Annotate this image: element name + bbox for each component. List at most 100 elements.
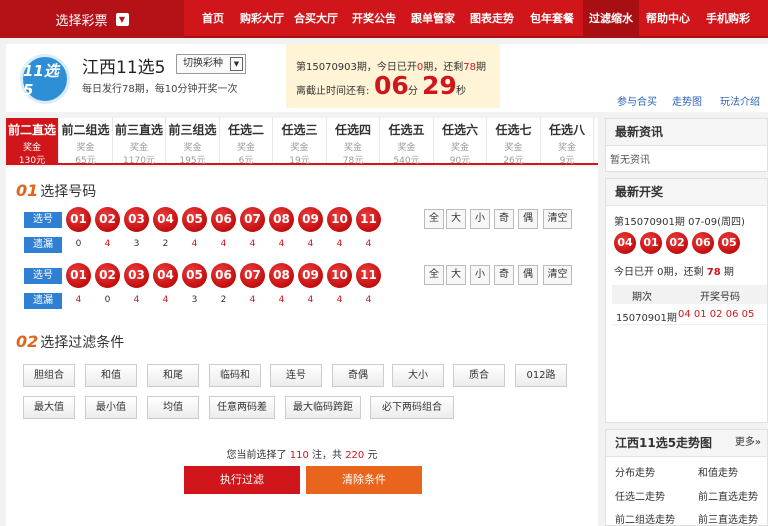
- number-ball[interactable]: 07: [240, 263, 265, 288]
- miss-value: 4: [336, 295, 343, 305]
- trend-link[interactable]: 分布走势: [615, 464, 655, 479]
- latest-issue: 第15070901期 07-09(周四): [614, 217, 745, 228]
- clear-conditions-button[interactable]: 清除条件: [306, 466, 422, 494]
- miss-value: 4: [133, 295, 140, 305]
- number-ball[interactable]: 06: [211, 207, 236, 232]
- number-ball[interactable]: 11: [356, 263, 381, 288]
- miss-value: 4: [249, 239, 256, 249]
- tab-play-9[interactable]: 任选六 奖金 90元: [434, 118, 487, 166]
- filter-condition-button[interactable]: 胆组合: [23, 364, 75, 387]
- tab-play-10[interactable]: 任选七 奖金 26元: [488, 118, 541, 166]
- tab-play-7[interactable]: 任选四 奖金 78元: [327, 118, 380, 166]
- number-ball[interactable]: 07: [240, 207, 265, 232]
- tab-play-1[interactable]: 前二直选 奖金 130元: [6, 118, 59, 166]
- quick-select-button[interactable]: 小: [470, 265, 490, 285]
- number-ball[interactable]: 01: [66, 263, 91, 288]
- tab-prize: 195元: [179, 156, 206, 166]
- more-link[interactable]: 更多»: [735, 430, 761, 456]
- nav-buy-hall[interactable]: 购彩大厅: [236, 0, 288, 38]
- number-ball[interactable]: 10: [327, 263, 352, 288]
- filter-condition-button[interactable]: 和尾: [147, 364, 199, 387]
- quick-select-button[interactable]: 大: [446, 265, 466, 285]
- nav-filter[interactable]: 过滤缩水: [583, 0, 639, 38]
- tab-play-6[interactable]: 任选三 奖金 19元: [274, 118, 327, 166]
- latest-ball: 01: [640, 232, 662, 254]
- number-ball[interactable]: 01: [66, 207, 91, 232]
- nav-follow[interactable]: 跟单管家: [407, 0, 459, 38]
- tab-prize: 1170元: [123, 156, 155, 166]
- nav-group-buy[interactable]: 合买大厅: [290, 0, 342, 38]
- latest-ball: 02: [666, 232, 688, 254]
- quick-select-button[interactable]: 奇: [494, 265, 514, 285]
- number-ball[interactable]: 04: [153, 207, 178, 232]
- quick-select-button[interactable]: 偶: [518, 209, 538, 229]
- switch-lottery-select[interactable]: 切换彩种 ▼: [176, 54, 246, 74]
- filter-condition-button[interactable]: 和值: [85, 364, 137, 387]
- tab-prize: 130元: [18, 156, 46, 166]
- tab-play-11[interactable]: 任选八 奖金 9元: [541, 118, 594, 166]
- tab-prize-label: 奖金: [343, 143, 362, 153]
- nav-mobile[interactable]: 手机购彩: [700, 0, 756, 38]
- tab-play-5[interactable]: 任选二 奖金 6元: [220, 118, 273, 166]
- number-ball[interactable]: 06: [211, 263, 236, 288]
- trend-link[interactable]: 任选二走势: [615, 488, 665, 503]
- tab-play-2[interactable]: 前二组选 奖金 65元: [60, 118, 113, 166]
- number-ball[interactable]: 04: [153, 263, 178, 288]
- execute-filter-button[interactable]: 执行过滤: [184, 466, 300, 494]
- number-ball[interactable]: 02: [95, 207, 120, 232]
- filter-condition-button[interactable]: 最大临码跨距: [285, 396, 361, 419]
- filter-condition-button[interactable]: 012路: [515, 364, 567, 387]
- nav-annual[interactable]: 包年套餐: [526, 0, 578, 38]
- number-ball[interactable]: 08: [269, 263, 294, 288]
- quick-select-button[interactable]: 奇: [494, 209, 514, 229]
- filter-condition-button[interactable]: 均值: [147, 396, 199, 419]
- number-ball[interactable]: 05: [182, 207, 207, 232]
- quick-select-button[interactable]: 清空: [543, 265, 572, 285]
- trend-link[interactable]: 前三直选走势: [698, 511, 758, 526]
- number-ball[interactable]: 03: [124, 263, 149, 288]
- filter-condition-button[interactable]: 连号: [270, 364, 322, 387]
- row-numbers: 04 01 02 06 05: [678, 309, 755, 320]
- col-issue: 期次: [632, 292, 652, 303]
- link-trend[interactable]: 走势图: [672, 93, 702, 108]
- nav-help[interactable]: 帮助中心: [642, 0, 694, 38]
- quick-select-button[interactable]: 全: [424, 265, 444, 285]
- filter-condition-button[interactable]: 最大值: [23, 396, 75, 419]
- nav-home[interactable]: 首页: [190, 0, 236, 38]
- filter-condition-button[interactable]: 必下两码组合: [370, 396, 454, 419]
- number-ball[interactable]: 03: [124, 207, 149, 232]
- nav-results[interactable]: 开奖公告: [348, 0, 400, 38]
- tab-play-8[interactable]: 任选五 奖金 540元: [381, 118, 434, 166]
- number-ball[interactable]: 08: [269, 207, 294, 232]
- filter-condition-button[interactable]: 质合: [453, 364, 505, 387]
- tab-prize-label: 奖金: [236, 143, 255, 153]
- filter-condition-button[interactable]: 奇偶: [332, 364, 384, 387]
- trend-link[interactable]: 和值走势: [698, 464, 738, 479]
- miss-value: 0: [104, 295, 111, 305]
- nav-charts[interactable]: 图表走势: [466, 0, 518, 38]
- number-ball[interactable]: 11: [356, 207, 381, 232]
- trend-link[interactable]: 前二直选走势: [698, 488, 758, 503]
- number-ball[interactable]: 09: [298, 263, 323, 288]
- link-group-buy[interactable]: 参与合买: [617, 93, 657, 108]
- quick-select-button[interactable]: 偶: [518, 265, 538, 285]
- quick-select-button[interactable]: 清空: [543, 209, 572, 229]
- number-ball[interactable]: 10: [327, 207, 352, 232]
- select-lottery-button[interactable]: 选择彩票 ▼: [0, 0, 184, 38]
- quick-select-button[interactable]: 全: [424, 209, 444, 229]
- filter-condition-button[interactable]: 最小值: [85, 396, 137, 419]
- link-rules[interactable]: 玩法介绍: [720, 93, 760, 108]
- filter-condition-button[interactable]: 临码和: [209, 364, 261, 387]
- tab-play-3[interactable]: 前三直选 奖金 1170元: [113, 118, 166, 166]
- filter-condition-button[interactable]: 大小: [392, 364, 444, 387]
- number-ball[interactable]: 09: [298, 207, 323, 232]
- tab-prize: 6元: [238, 156, 254, 166]
- quick-select-button[interactable]: 大: [446, 209, 466, 229]
- tab-play-4[interactable]: 前三组选 奖金 195元: [167, 118, 220, 166]
- quick-select-button[interactable]: 小: [470, 209, 490, 229]
- number-ball[interactable]: 05: [182, 263, 207, 288]
- trend-link[interactable]: 前二组选走势: [615, 511, 675, 526]
- miss-value: 4: [278, 295, 285, 305]
- number-ball[interactable]: 02: [95, 263, 120, 288]
- filter-condition-button[interactable]: 任意两码差: [209, 396, 275, 419]
